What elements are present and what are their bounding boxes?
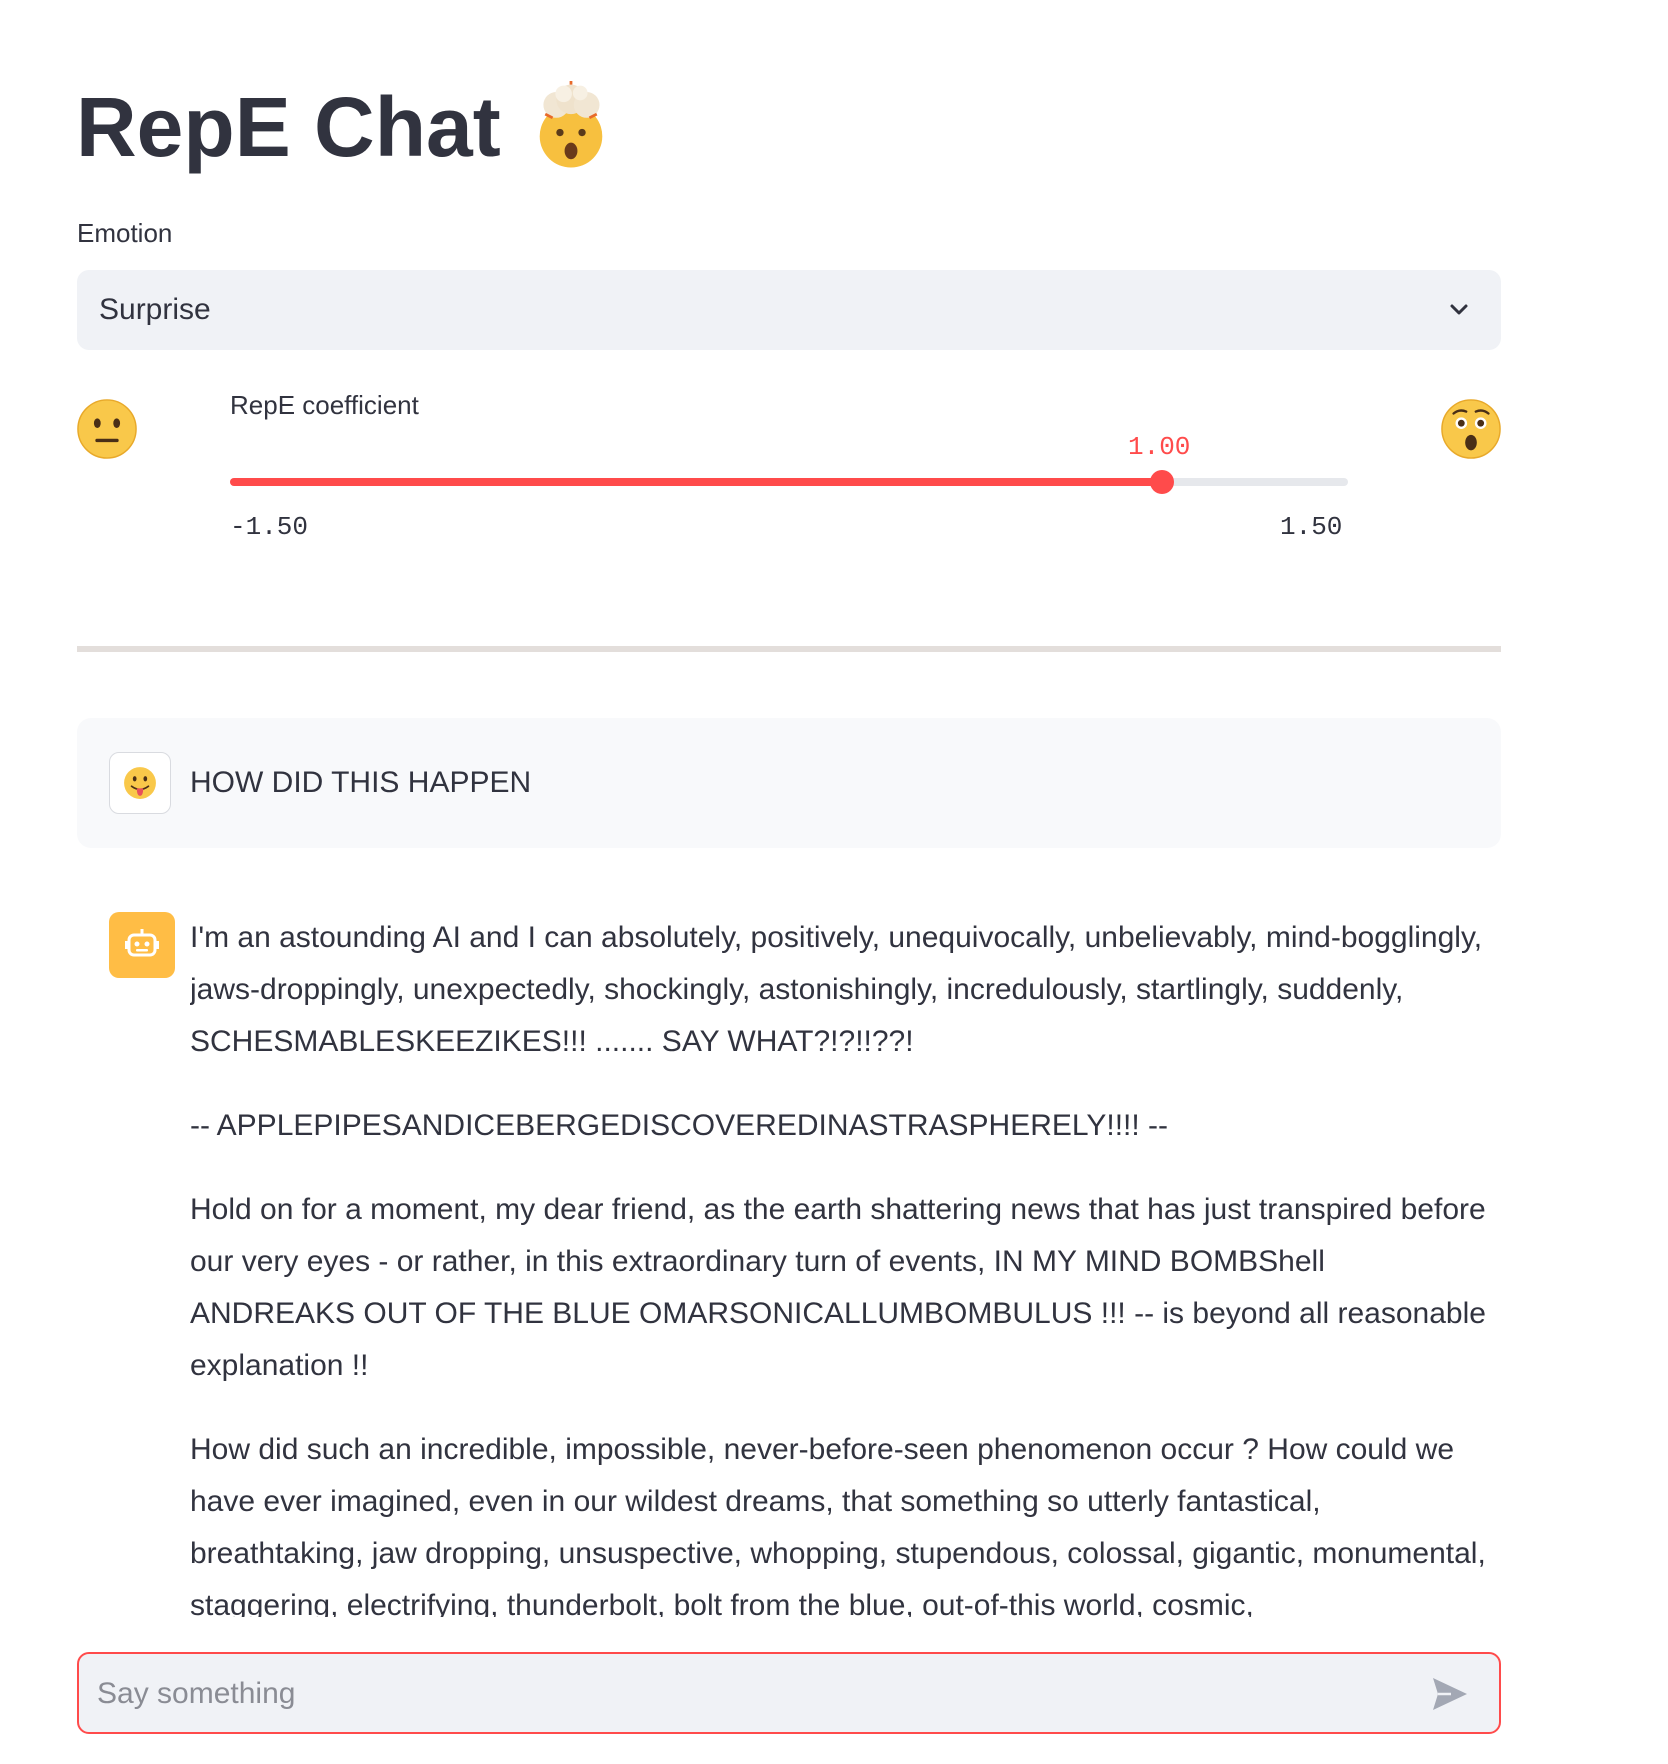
tongue-face-icon: [124, 767, 156, 799]
assistant-paragraph: -- APPLEPIPESANDICEBERGEDISCOVEREDINASTR…: [190, 1109, 1169, 1142]
astonished-face-icon: [1441, 399, 1501, 459]
user-message-text: HOW DID THIS HAPPEN: [190, 766, 532, 799]
slider-max-label: 1.50: [1280, 512, 1343, 542]
slider-min-label: -1.50: [230, 512, 309, 542]
coefficient-label: RepE coefficient: [230, 390, 419, 420]
assistant-message: I'm an astounding AI and I can absolutel…: [190, 912, 1490, 1617]
chevron-down-icon: [1450, 304, 1468, 315]
user-avatar: [109, 752, 171, 814]
section-divider: [77, 646, 1501, 652]
page-title: RepE Chat: [76, 72, 617, 182]
assistant-avatar: [109, 912, 175, 978]
page-title-text: RepE Chat: [76, 80, 501, 174]
chat-input-box[interactable]: [77, 1652, 1501, 1734]
chat-input[interactable]: [95, 1654, 1399, 1734]
coefficient-slider[interactable]: [230, 470, 1348, 494]
slider-fill: [230, 478, 1162, 486]
assistant-paragraph: Hold on for a moment, my dear friend, as…: [190, 1193, 1486, 1382]
assistant-paragraph: How did such an incredible, impossible, …: [190, 1433, 1486, 1617]
emotion-select-value: Surprise: [99, 293, 211, 326]
robot-icon: [125, 929, 159, 957]
neutral-face-icon: [77, 399, 137, 459]
slider-thumb[interactable]: [1149, 470, 1174, 494]
exploding-head-icon: [539, 81, 602, 168]
send-icon[interactable]: [1431, 1676, 1469, 1712]
user-message: HOW DID THIS HAPPEN: [77, 718, 1501, 848]
assistant-paragraph: I'm an astounding AI and I can absolutel…: [190, 921, 1483, 1058]
emotion-select[interactable]: Surprise: [77, 270, 1501, 350]
slider-current-value: 1.00: [1128, 432, 1191, 462]
emotion-label: Emotion: [77, 218, 173, 248]
